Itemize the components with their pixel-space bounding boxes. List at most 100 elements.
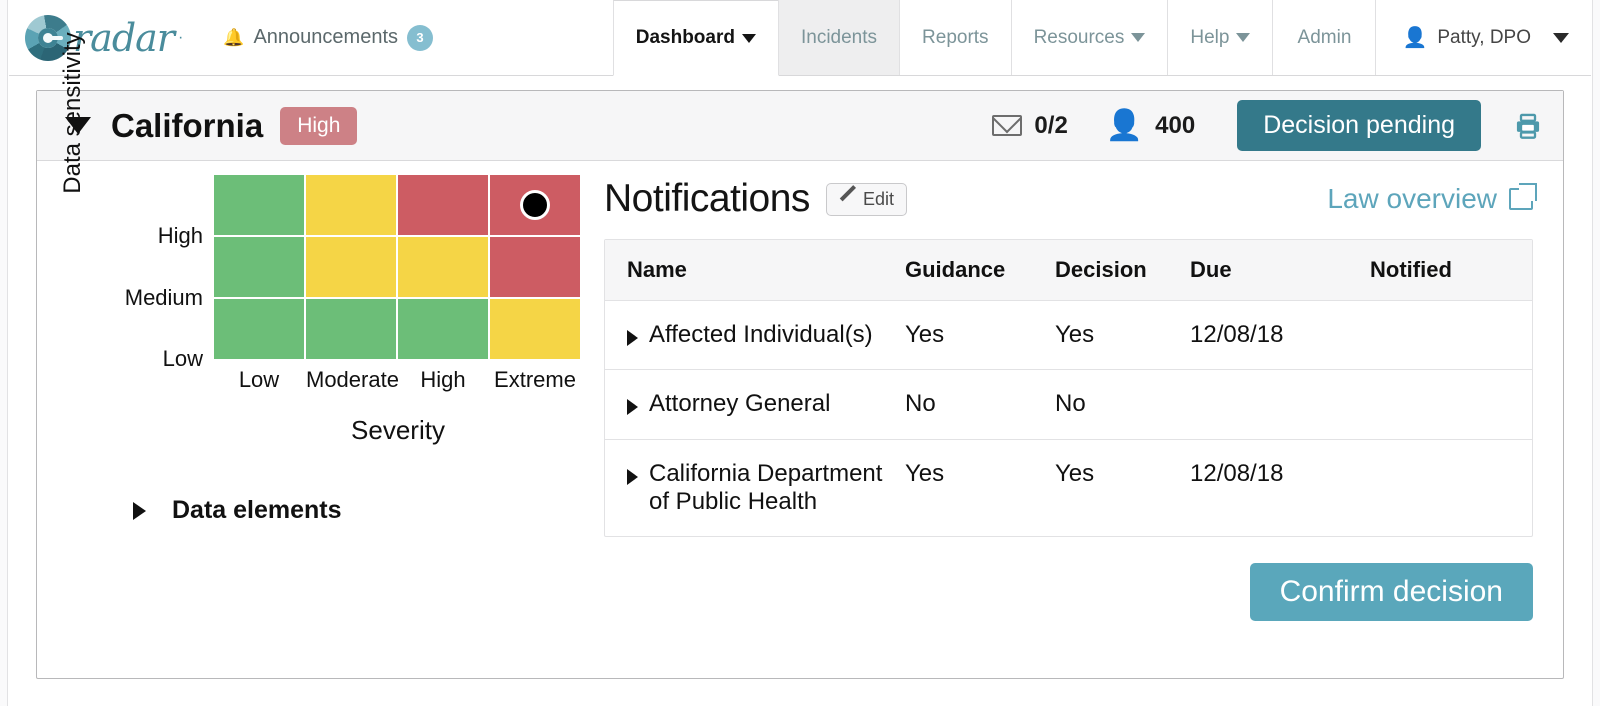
x-tick-moderate: Moderate [306, 367, 399, 392]
envelope-icon [992, 115, 1023, 136]
matrix-cell-high-extreme [490, 175, 580, 235]
column-header-notified: Notified [1370, 257, 1452, 282]
nav-tab-incidents[interactable]: Incidents [777, 0, 901, 75]
cell-name: Attorney General [605, 370, 905, 438]
cell-due [1190, 370, 1370, 410]
column-header-guidance: Guidance [905, 257, 1006, 282]
confirm-row: Confirm decision [604, 563, 1533, 622]
cell-notified [1370, 301, 1532, 341]
brand-wordmark: radar [73, 15, 175, 60]
table-header-row: Name Guidance Decision Due Notified [605, 240, 1532, 301]
chevron-down-icon [1131, 33, 1146, 42]
y-tick-medium: Medium [124, 285, 203, 310]
notifications-title: Notifications [604, 177, 810, 220]
brand-trademark: · [177, 28, 184, 46]
person-icon: 👤 [1105, 108, 1144, 142]
triangle-right-icon [133, 501, 146, 520]
cell-due: 12/08/18 [1190, 459, 1284, 487]
table-row[interactable]: Affected Individual(s) Yes Yes 12/08/18 [605, 301, 1532, 371]
triangle-right-icon[interactable] [627, 330, 638, 346]
brand-logo[interactable]: radar · [9, 0, 183, 75]
cell-guidance: Yes [905, 459, 945, 487]
incident-card-header: California High 0/2 👤 400 Decision pendi… [37, 91, 1563, 161]
edit-button[interactable]: Edit [825, 182, 907, 216]
matrix-cell-low-moderate [306, 299, 396, 359]
nav-tab-resources[interactable]: Resources [1010, 0, 1169, 75]
nav-tab-dashboard[interactable]: Dashboard [612, 0, 779, 76]
risk-position-marker [520, 190, 550, 220]
bell-icon: 🔔 [223, 28, 245, 47]
x-tick-low: Low [238, 367, 280, 392]
notifications-stat: 0/2 [992, 111, 1068, 140]
printer-icon[interactable] [1513, 112, 1543, 140]
notifications-header: Notifications Edit Law overview [604, 161, 1537, 221]
x-tick-high: High [420, 367, 466, 392]
table-row[interactable]: Attorney General No No [605, 370, 1532, 440]
cell-name-label: Attorney General [649, 390, 831, 418]
notifications-pane: Notifications Edit Law overview Name Gui… [592, 161, 1563, 678]
notifications-stat-value: 0/2 [1034, 111, 1068, 139]
affected-count-stat: 👤 400 [1105, 108, 1195, 142]
chevron-down-icon [1236, 33, 1251, 42]
column-header-decision: Decision [1055, 257, 1147, 282]
user-name-label: Patty, DPO [1437, 26, 1531, 48]
column-header-name: Name [627, 257, 687, 282]
cell-decision: No [1055, 390, 1086, 418]
cell-name: California Department of Public Health [605, 440, 905, 537]
data-elements-toggle[interactable]: Data elements [133, 496, 342, 525]
triangle-right-icon[interactable] [627, 399, 638, 416]
nav-tab-label: Incidents [800, 26, 878, 48]
triangle-right-icon[interactable] [627, 468, 638, 485]
x-tick-extreme: Extreme [494, 367, 576, 392]
nav-tab-label: Help [1190, 26, 1230, 48]
notifications-table: Name Guidance Decision Due Notified Affe… [604, 239, 1533, 538]
matrix-cell-medium-moderate [306, 237, 396, 297]
y-axis-title: Data sensitivity [59, 32, 86, 194]
page-title: California [111, 106, 264, 144]
cell-notified [1370, 440, 1532, 480]
decision-status-button[interactable]: Decision pending [1237, 100, 1481, 151]
top-navigation-bar: radar · 🔔 Announcements 3 Dashboard Inci… [9, 0, 1591, 76]
chevron-down-icon [1553, 32, 1569, 43]
incident-card: California High 0/2 👤 400 Decision pendi… [36, 32, 1564, 679]
external-link-icon [1509, 183, 1537, 210]
matrix-cell-medium-high [398, 237, 488, 297]
matrix-cell-high-moderate [306, 175, 396, 235]
cell-name-label: California Department of Public Health [649, 459, 883, 515]
cell-guidance: Yes [905, 321, 945, 348]
page-gutter-left [0, 0, 8, 706]
matrix-cell-low-extreme [490, 299, 580, 359]
user-icon: 👤 [1402, 26, 1428, 49]
nav-tab-help[interactable]: Help [1167, 0, 1274, 75]
y-axis-tick-labels: High Medium Low [97, 175, 203, 371]
nav-tab-label: Dashboard [635, 27, 735, 48]
matrix-cell-high-low [214, 175, 304, 235]
nav-tab-admin[interactable]: Admin [1272, 0, 1377, 75]
cell-decision: Yes [1055, 321, 1095, 348]
x-axis-title: Severity [351, 415, 445, 445]
page-gutter-right [1592, 0, 1600, 706]
incident-card-body: Data sensitivity High Medium Low Low Mod… [37, 32, 1563, 678]
risk-matrix-grid [214, 175, 580, 359]
announcements-link[interactable]: 🔔 Announcements 3 [223, 0, 434, 75]
law-overview-label: Law overview [1327, 183, 1497, 214]
chevron-down-icon [741, 33, 756, 43]
user-menu[interactable]: 👤 Patty, DPO [1376, 0, 1591, 75]
table-body: Affected Individual(s) Yes Yes 12/08/18 Atto… [605, 301, 1532, 536]
pencil-icon [839, 191, 856, 208]
cell-guidance: No [905, 390, 936, 418]
announcements-count-badge: 3 [407, 24, 434, 51]
confirm-decision-button[interactable]: Confirm decision [1249, 563, 1533, 622]
law-overview-link[interactable]: Law overview [1327, 183, 1537, 215]
status-badge: High [280, 106, 358, 145]
column-header-due: Due [1190, 257, 1232, 282]
cell-due: 12/08/18 [1190, 321, 1284, 348]
risk-matrix-pane: Data sensitivity High Medium Low Low Mod… [37, 32, 592, 678]
y-tick-low: Low [162, 346, 203, 371]
cell-name-label: Affected Individual(s) [649, 321, 873, 348]
nav-tab-reports[interactable]: Reports [899, 0, 1012, 75]
nav-tab-label: Admin [1297, 26, 1352, 48]
x-axis-tick-labels: Low Moderate High Extreme [214, 367, 580, 393]
table-row[interactable]: California Department of Public Health Yes… [605, 440, 1532, 537]
